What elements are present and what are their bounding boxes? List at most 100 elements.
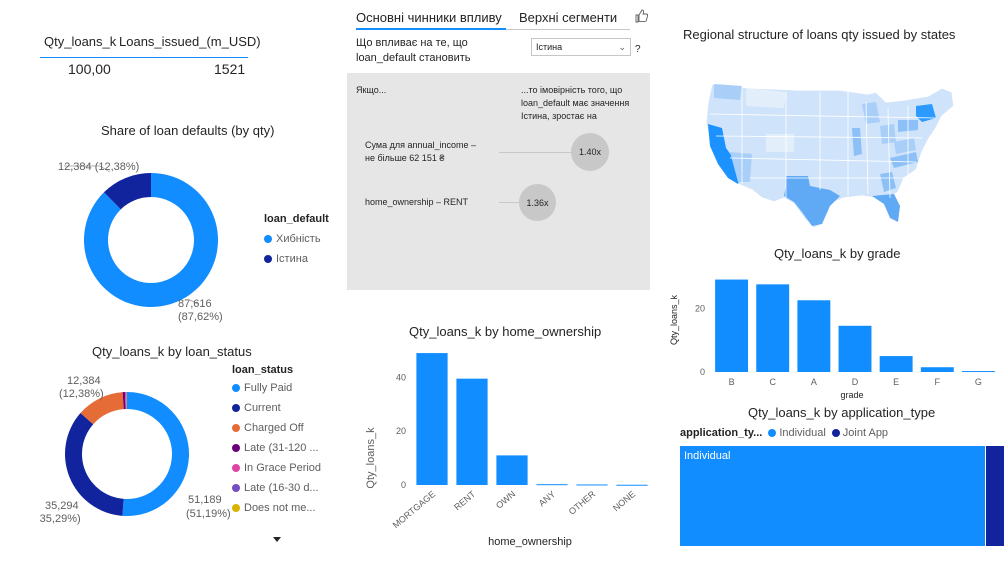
status-legend-label: Current — [244, 402, 281, 414]
ki-item-1-bubble: 1.40x — [571, 133, 609, 171]
kpi-qty-label: Qty_loans_k — [44, 34, 117, 49]
legend-dot — [232, 424, 240, 432]
us-states-map[interactable] — [690, 78, 970, 243]
bar-d[interactable] — [838, 325, 872, 372]
kpi-issued-value: 1521 — [214, 61, 246, 77]
ki-value-select[interactable]: Істина ⌄ — [531, 38, 631, 56]
x-tick-label: ANY — [537, 489, 558, 509]
bar-c[interactable] — [756, 284, 790, 372]
status-legend-item[interactable]: Charged Off — [232, 418, 321, 438]
ki-panel: Якщо... ...то імовірність того, що loan_… — [347, 73, 650, 290]
defaults-legend-item-true[interactable]: Істина — [264, 249, 329, 269]
bar-b[interactable] — [715, 279, 749, 372]
status-legend: loan_status Fully Paid Current Charged Off… — [232, 364, 321, 518]
legend-scroll-down-icon[interactable] — [273, 537, 281, 542]
legend-dot-false — [264, 235, 272, 243]
grade-chart-title: Qty_loans_k by grade — [774, 246, 901, 261]
ki-then-line2: loan_default має значення — [521, 98, 630, 108]
ki-tab-segments[interactable]: Верхні сегменти — [519, 10, 617, 25]
bar-none[interactable] — [616, 484, 648, 486]
status-legend-item[interactable]: Late (16-30 d... — [232, 478, 321, 498]
x-tick-label: NONE — [611, 489, 637, 513]
status-legend-label: Late (16-30 d... — [244, 482, 319, 494]
y-tick-label: 20 — [695, 303, 705, 313]
ki-tab-underline — [506, 29, 630, 30]
defaults-slice-0[interactable] — [84, 173, 218, 307]
kpi-issued-label: Loans_issued_(m_USD) — [119, 34, 261, 49]
grade-y-axis-title: Qty_loans_k — [669, 294, 679, 345]
legend-dot — [232, 464, 240, 472]
app-legend-item-individual[interactable]: Individual — [768, 427, 826, 439]
ki-item-1[interactable]: Сума для annual_income – не більше 62 15… — [347, 133, 650, 178]
ki-item-2-bubble: 1.36x — [519, 184, 556, 221]
status-legend-item[interactable]: Fully Paid — [232, 378, 321, 398]
x-tick-label: RENT — [452, 489, 478, 513]
bar-rent[interactable] — [456, 378, 488, 485]
ki-tab-main[interactable]: Основні чинники впливу — [356, 10, 502, 25]
legend-dot-true — [264, 255, 272, 263]
status-legend-item[interactable]: Current — [232, 398, 321, 418]
app-treemap[interactable]: Individual — [680, 446, 1004, 546]
legend-dot — [232, 504, 240, 512]
x-tick-label: E — [893, 377, 899, 387]
status-legend-item[interactable]: Does not me... — [232, 498, 321, 518]
ki-select-value: Істина — [536, 42, 563, 52]
ki-when-label: Якщо... — [356, 85, 387, 95]
legend-dot-joint — [831, 429, 840, 437]
bar-any[interactable] — [536, 484, 568, 486]
x-tick-label: C — [769, 377, 776, 387]
status-label-left-value: 35,294 — [45, 500, 79, 512]
ki-then-line3: Істина, зростає на — [521, 111, 597, 121]
defaults-chart-title: Share of loan defaults (by qty) — [101, 123, 275, 138]
status-legend-label: Fully Paid — [244, 382, 293, 394]
y-tick-label: 0 — [700, 367, 705, 377]
treemap-tile-joint[interactable] — [986, 446, 1004, 546]
status-label-left-pct: (35,29%) — [40, 513, 81, 525]
status-slice-0[interactable] — [122, 392, 189, 516]
ki-item-1-line1: Сума для annual_income – — [365, 140, 477, 150]
bar-e[interactable] — [879, 356, 913, 372]
bar-f[interactable] — [920, 367, 954, 372]
y-tick-label: 40 — [396, 372, 406, 382]
x-tick-label: G — [975, 377, 982, 387]
app-legend-item-joint[interactable]: Joint App — [831, 427, 889, 439]
map-title: Regional structure of loans qty issued b… — [683, 27, 956, 42]
app-legend-label-joint: Joint App — [842, 427, 889, 439]
map-state-florida — [872, 194, 900, 222]
ki-help-icon[interactable]: ? — [635, 44, 641, 55]
treemap-tile-individual-label: Individual — [684, 450, 731, 462]
x-tick-label: F — [935, 377, 941, 387]
bar-own[interactable] — [496, 455, 528, 485]
y-tick-label: 20 — [396, 426, 406, 436]
status-legend-label: Does not me... — [244, 502, 316, 514]
defaults-label-big-pct: (87,62%) — [178, 311, 223, 323]
legend-dot — [232, 384, 240, 392]
defaults-donut-chart[interactable]: 12,384 (12,38%) 87,616 (87,62%) — [40, 150, 260, 330]
legend-dot-individual — [768, 429, 777, 437]
thumbs-up-icon[interactable] — [634, 9, 649, 28]
status-legend-item[interactable]: In Grace Period — [232, 458, 321, 478]
status-legend-item[interactable]: Late (31-120 ... — [232, 438, 321, 458]
defaults-legend: loan_default Хибність Істина — [264, 213, 329, 269]
defaults-legend-item-false[interactable]: Хибність — [264, 229, 329, 249]
bar-mortgage[interactable] — [416, 353, 448, 485]
app-legend-label-individual: Individual — [779, 427, 826, 439]
home-bar-chart[interactable]: Qty_loans_k 0 20 40 MORTGAGE RENT OWN ANY OTHER… — [355, 340, 655, 555]
app-legend: application_ty... Individual Joint App — [680, 427, 888, 439]
defaults-legend-label-false: Хибність — [276, 233, 321, 245]
ki-item-2[interactable]: home_ownership – RENT 1.36x — [347, 183, 650, 223]
grade-bar-chart[interactable]: Qty_loans_k 0 20 B C A D E F G grade — [665, 262, 1004, 402]
legend-dot — [232, 444, 240, 452]
bar-a[interactable] — [797, 300, 831, 372]
app-legend-title: application_ty... — [680, 427, 763, 439]
ki-tab-active-underline — [356, 28, 506, 30]
status-legend-label: Charged Off — [244, 422, 304, 434]
bar-other[interactable] — [576, 484, 608, 486]
grade-x-axis-title: grade — [840, 390, 863, 400]
kpi-underline — [40, 57, 248, 58]
treemap-tile-individual[interactable]: Individual — [680, 446, 985, 546]
bar-g[interactable] — [961, 371, 995, 373]
ki-item-2-line1: home_ownership – RENT — [365, 197, 469, 207]
status-legend-title: loan_status — [232, 364, 294, 376]
status-donut-chart[interactable]: 12,384 (12,38%) 35,294 (35,29%) 51,189 (… — [40, 370, 230, 535]
